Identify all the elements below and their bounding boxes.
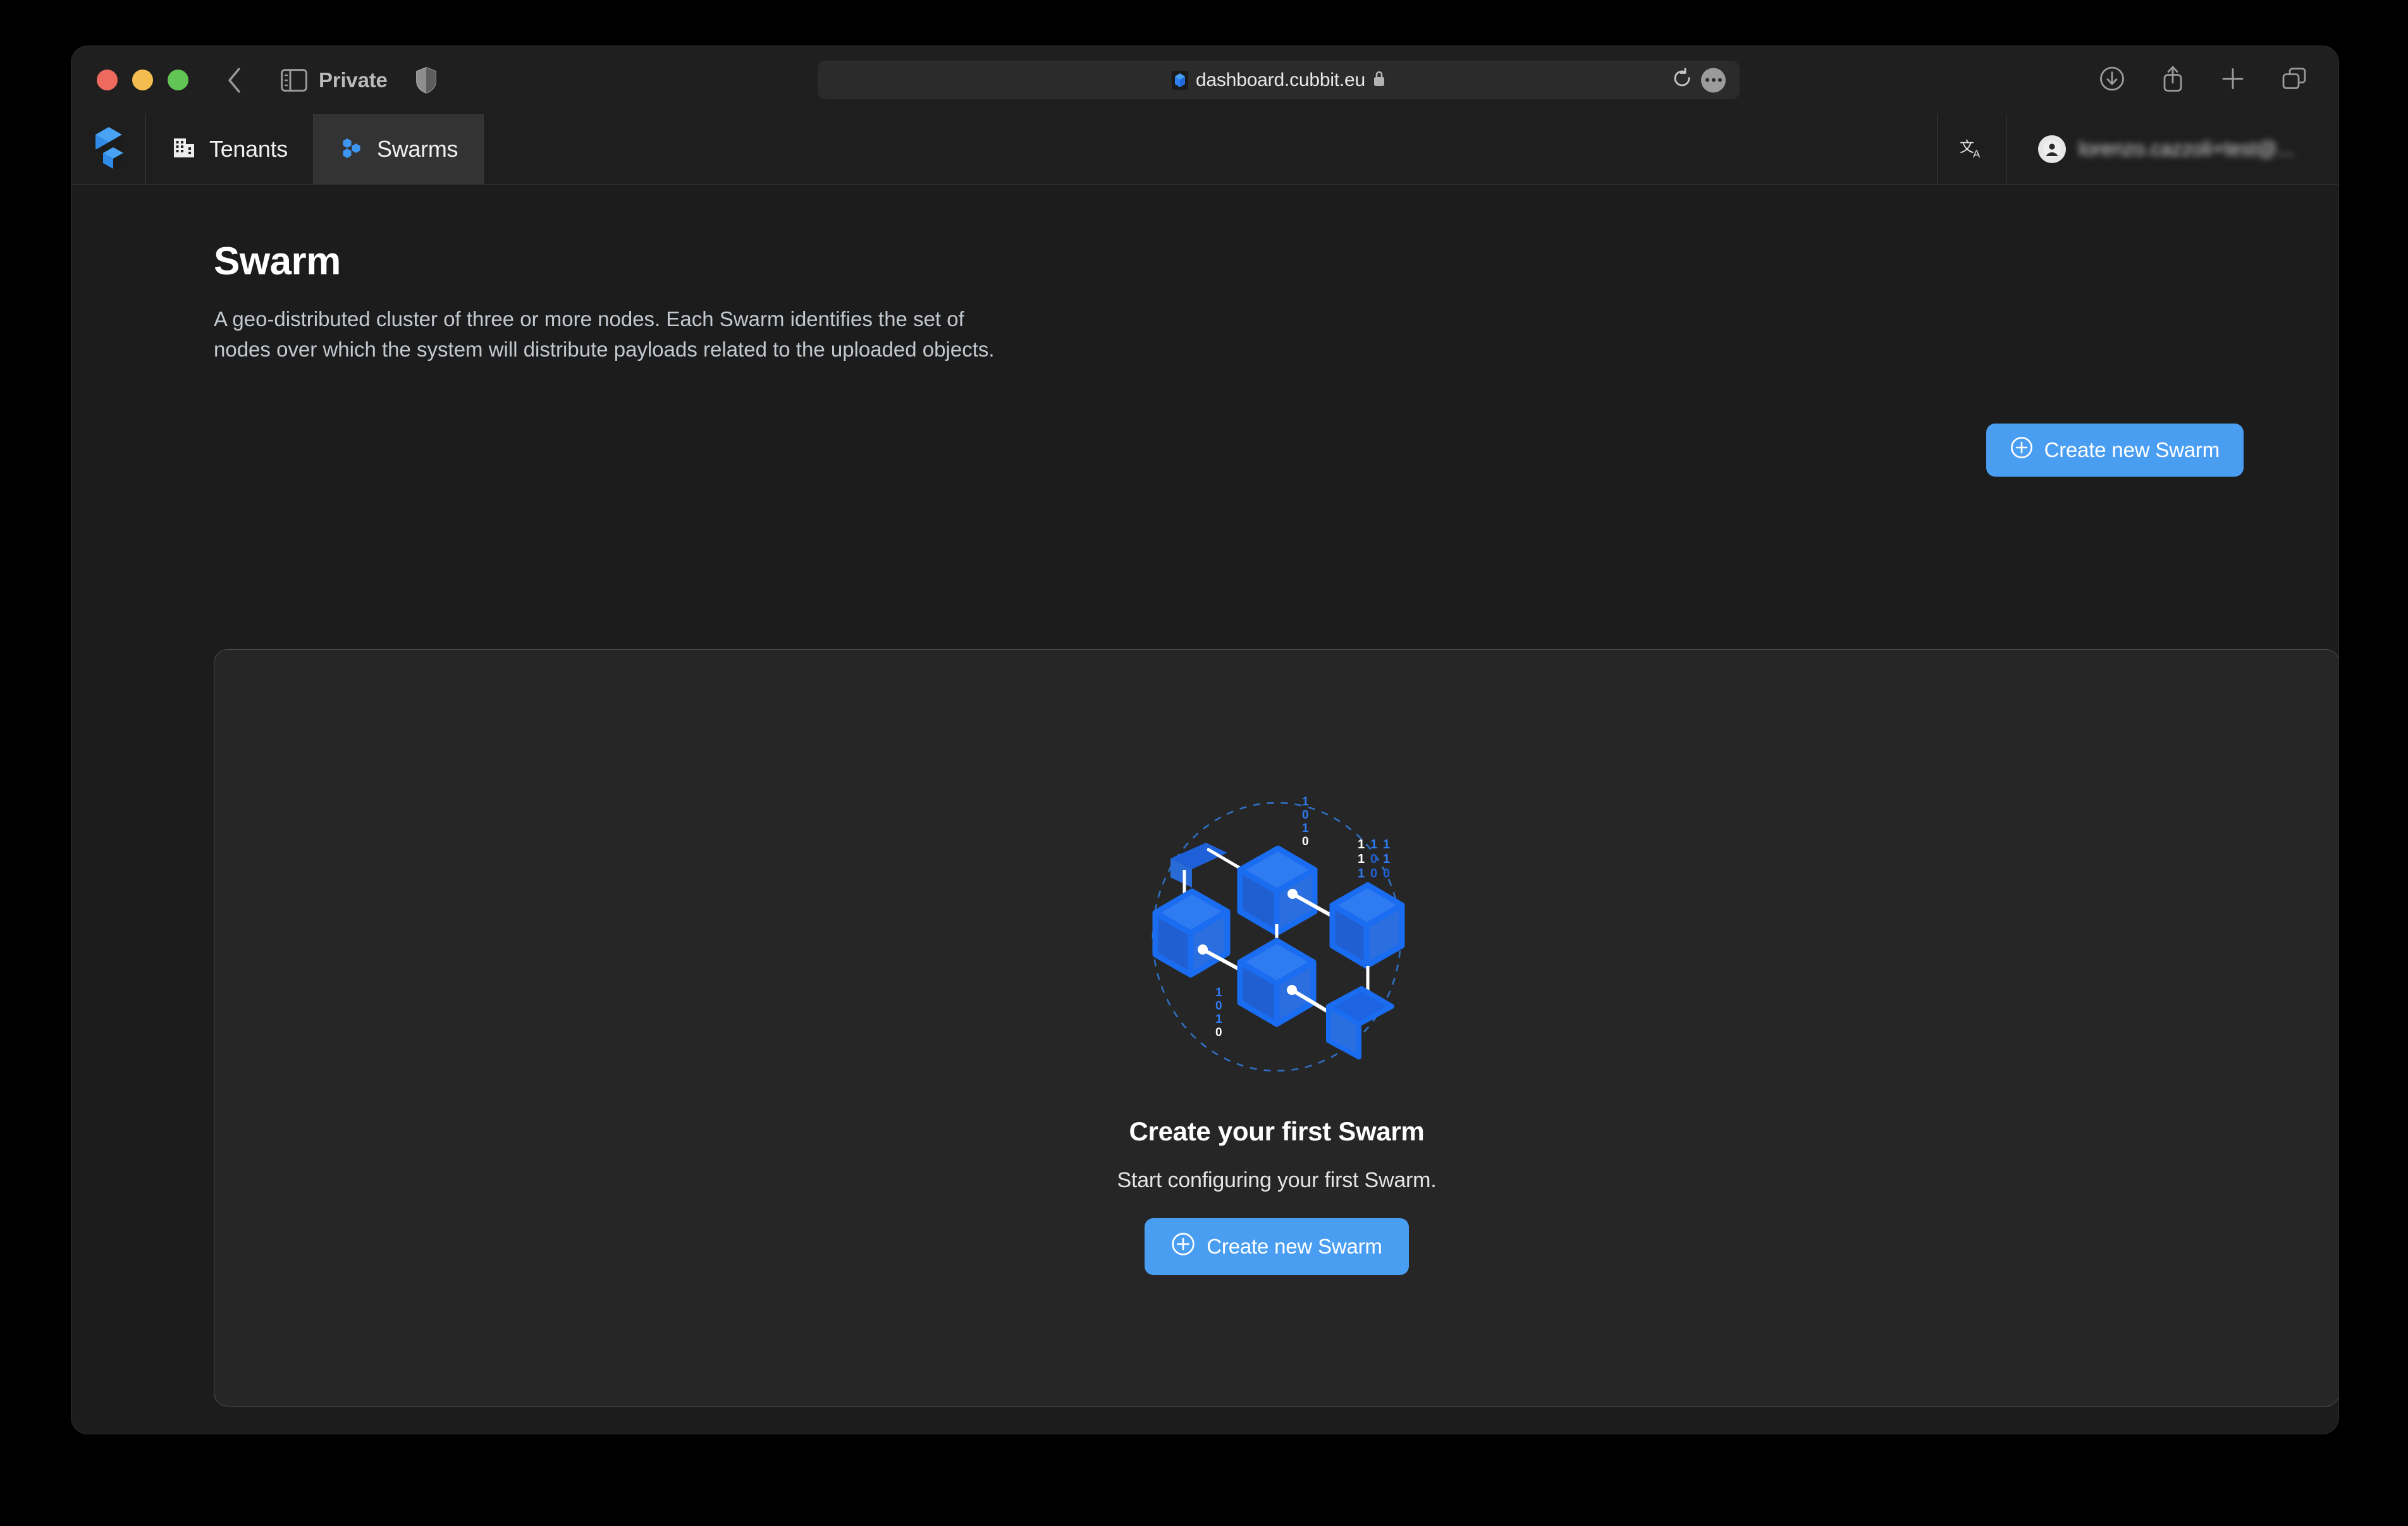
translate-icon[interactable]: 文 A	[1936, 114, 2006, 184]
svg-text:1: 1	[1302, 822, 1309, 835]
user-menu[interactable]: lorenzo.cazzoli+test@...	[2006, 114, 2338, 184]
svg-text:0: 0	[1302, 835, 1309, 848]
user-name-label: lorenzo.cazzoli+test@...	[2078, 137, 2294, 160]
browser-window: Private dashboard.cubbit.eu Tenants Swar…	[71, 46, 2338, 1434]
lock-icon	[1373, 70, 1385, 90]
address-bar-actions	[1672, 67, 1726, 92]
svg-text:1: 1	[1370, 838, 1377, 852]
svg-text:1: 1	[1383, 838, 1390, 852]
tab-label-tenants: Tenants	[209, 135, 288, 162]
svg-text:0: 0	[1370, 852, 1377, 866]
create-new-swarm-button-empty[interactable]: Create new Swarm	[1145, 1218, 1409, 1275]
svg-text:1: 1	[1215, 1013, 1222, 1026]
plus-circle-icon	[2010, 436, 2033, 464]
cubbit-logo[interactable]	[71, 114, 146, 184]
svg-text:文: 文	[1960, 138, 1974, 155]
page-title: Swarm	[214, 240, 341, 283]
swarm-empty-state-card: 1 0 1 0 1 1 1 1 0 1 1 0 0 1 0 1 0 Create…	[214, 649, 2338, 1407]
navbar-spacer	[484, 114, 1937, 184]
minimize-window-button[interactable]	[132, 70, 153, 90]
cubbit-favicon	[1171, 70, 1188, 90]
page-header: Swarm A geo-distributed cluster of three…	[71, 185, 2338, 365]
svg-text:0: 0	[1215, 999, 1222, 1013]
building-icon	[171, 135, 197, 163]
svg-text:1: 1	[1215, 986, 1222, 999]
user-avatar-icon	[2037, 135, 2066, 163]
svg-text:0: 0	[1370, 867, 1377, 881]
svg-text:1: 1	[1358, 852, 1365, 866]
svg-text:A: A	[1973, 148, 1981, 160]
empty-state-subtitle: Start configuring your first Swarm.	[1117, 1168, 1437, 1192]
privacy-shield-icon[interactable]	[415, 66, 437, 94]
sidebar-item-swarms[interactable]: Swarms	[314, 114, 484, 184]
more-options-icon[interactable]	[1701, 68, 1726, 92]
close-window-button[interactable]	[97, 70, 118, 90]
create-new-swarm-button-header[interactable]: Create new Swarm	[1986, 424, 2244, 477]
create-new-swarm-label-empty: Create new Swarm	[1207, 1234, 1382, 1258]
page-description: A geo-distributed cluster of three or mo…	[214, 307, 995, 362]
url-text: dashboard.cubbit.eu	[1195, 69, 1366, 90]
safari-toolbar: Private dashboard.cubbit.eu	[71, 46, 2338, 114]
window-controls	[97, 70, 188, 90]
svg-text:0: 0	[1383, 867, 1390, 881]
address-bar[interactable]: dashboard.cubbit.eu	[818, 61, 1740, 99]
svg-text:1: 1	[1358, 867, 1365, 881]
share-icon[interactable]	[2161, 64, 2184, 95]
new-tab-icon[interactable]	[2221, 66, 2245, 94]
swarm-nodes-icon	[339, 135, 364, 163]
private-browsing-label: Private	[319, 68, 388, 92]
sidebar-item-tenants[interactable]: Tenants	[146, 114, 314, 184]
svg-text:1: 1	[1383, 852, 1390, 866]
sidebar-toggle-icon[interactable]	[281, 68, 307, 92]
create-new-swarm-label-header: Create new Swarm	[2044, 438, 2220, 461]
svg-text:0: 0	[1302, 809, 1309, 822]
maximize-window-button[interactable]	[168, 70, 188, 90]
tab-label-swarms: Swarms	[377, 135, 458, 162]
safari-toolbar-actions	[2099, 64, 2307, 95]
reload-icon[interactable]	[1672, 67, 1692, 92]
app-navbar: Tenants Swarms 文 A lorenzo.cazzoli+test@…	[71, 114, 2338, 185]
svg-text:1: 1	[1302, 795, 1309, 809]
plus-circle-icon	[1171, 1232, 1195, 1261]
svg-text:0: 0	[1215, 1026, 1222, 1039]
page-content: Swarm A geo-distributed cluster of three…	[71, 185, 2338, 1434]
downloads-icon[interactable]	[2099, 66, 2125, 94]
svg-text:1: 1	[1358, 838, 1365, 852]
tab-overview-icon[interactable]	[2282, 66, 2307, 94]
empty-state-title: Create your first Swarm	[1129, 1116, 1425, 1146]
back-button[interactable]	[225, 66, 244, 94]
swarm-nodes-illustration: 1 0 1 0 1 1 1 1 0 1 1 0 0 1 0 1 0	[1131, 781, 1422, 1091]
